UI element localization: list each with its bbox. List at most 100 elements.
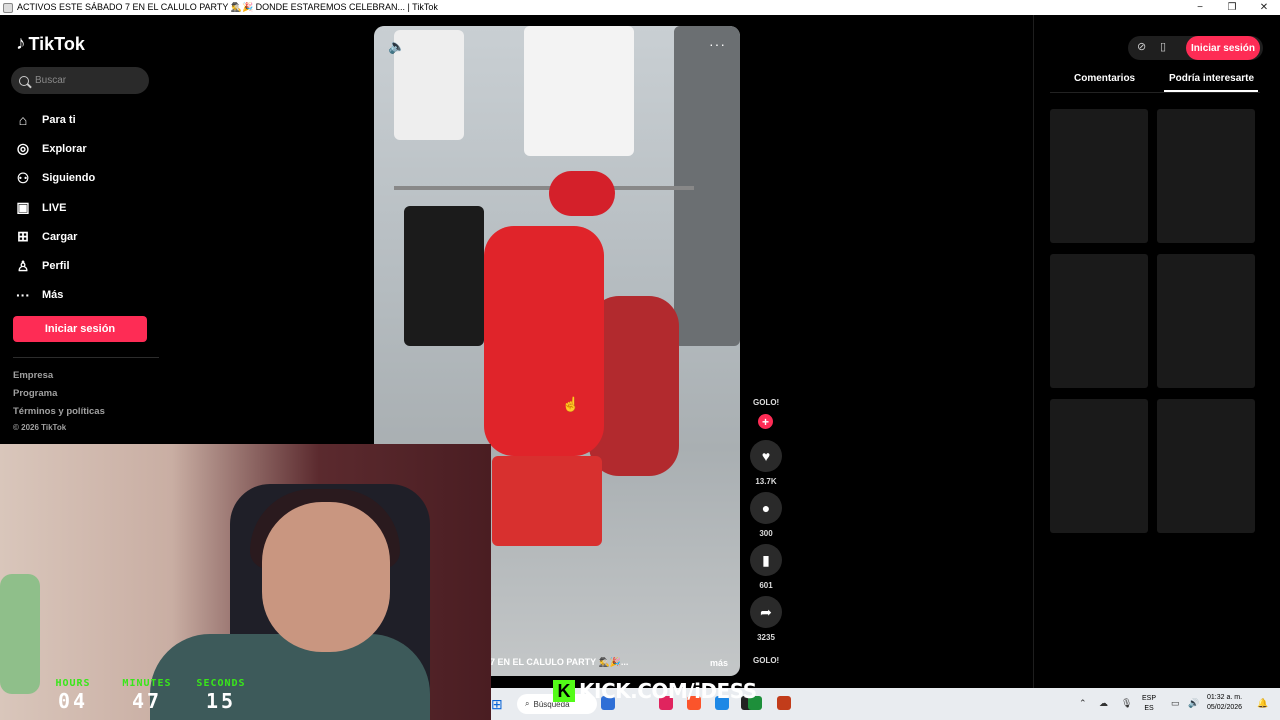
timer-label: HOURS: [55, 678, 91, 689]
volume-icon[interactable]: 🔊: [1188, 698, 1199, 709]
language-code: ESP: [1142, 695, 1157, 702]
windows-start-icon[interactable]: ⊞: [491, 696, 503, 713]
tab-podria-interesarte[interactable]: Podría interesarte: [1169, 73, 1254, 84]
clock-time: 01:32 a. m.: [1207, 694, 1243, 701]
timer-value: 15: [205, 689, 237, 713]
timer-value: 04: [57, 689, 89, 713]
more-icon: ···: [16, 287, 30, 304]
stream-timer: HOURS 04 MINUTES 47 SECONDS 15: [36, 678, 258, 713]
sidebar-item-explorar[interactable]: ◎ Explorar: [14, 134, 95, 163]
comment-button[interactable]: ● 300: [750, 492, 782, 538]
network-icon[interactable]: ▭: [1171, 698, 1180, 709]
sidebar-divider: [13, 357, 159, 358]
window-titlebar: ACTIVOS ESTE SÁBADO 7 EN EL CALULO PARTY…: [0, 0, 1280, 15]
footer-link-programa[interactable]: Programa: [13, 388, 105, 406]
sidebar-nav: ⌂ Para ti ◎ Explorar ⚇ Siguiendo ▣ LIVE …: [14, 105, 95, 310]
video-caption: 7 EN EL CALULO PARTY 🕵️‍♂️🎉...: [490, 657, 629, 667]
sidebar-item-label: Más: [42, 289, 64, 302]
mobile-icon[interactable]: ▯: [1160, 40, 1166, 53]
suggested-video-tile[interactable]: [1157, 109, 1255, 243]
kick-overlay: K KICK.COM/iDESS: [553, 679, 757, 703]
timer-value: 47: [131, 689, 163, 713]
tab-separator: [1050, 92, 1260, 93]
footer-link-empresa[interactable]: Empresa: [13, 370, 105, 388]
sidebar: ♪ TikTok ⌂ Para ti ◎ Explorar ⚇ Siguiend…: [0, 15, 162, 445]
follow-plus-icon[interactable]: +: [758, 414, 773, 429]
sidebar-item-label: Perfil: [42, 260, 70, 273]
video-scene-cap: [549, 171, 615, 216]
sidebar-item-para-ti[interactable]: ⌂ Para ti: [14, 105, 95, 134]
like-button[interactable]: ♥ 13.7K: [750, 440, 782, 486]
live-icon: ▣: [16, 199, 30, 216]
window-title: ACTIVOS ESTE SÁBADO 7 EN EL CALULO PARTY…: [17, 2, 438, 12]
keyboard-code: ES: [1144, 705, 1154, 712]
footer-link-terminos[interactable]: Términos y políticas: [13, 406, 105, 424]
suggested-video-tile[interactable]: [1050, 399, 1148, 533]
copyright: © 2026 TikTok: [13, 423, 67, 432]
sidebar-item-label: Siguiendo: [42, 172, 96, 185]
microphone-icon[interactable]: 🎙: [1121, 698, 1132, 709]
minimize-button[interactable]: −: [1184, 2, 1216, 13]
sidebar-item-label: LIVE: [42, 201, 67, 214]
suggested-video-tile[interactable]: [1050, 254, 1148, 388]
sidebar-item-perfil[interactable]: ♙ Perfil: [14, 251, 95, 280]
sidebar-item-siguiendo[interactable]: ⚇ Siguiendo: [14, 164, 95, 193]
cloud-icon[interactable]: ☁: [1099, 698, 1108, 709]
next-author-name[interactable]: GOLO!: [753, 656, 779, 665]
tiktok-logo[interactable]: ♪ TikTok: [16, 33, 85, 55]
following-icon: ⚇: [16, 169, 30, 186]
save-count: 601: [759, 581, 773, 590]
more-options-icon[interactable]: ···: [709, 36, 726, 52]
language-indicator[interactable]: ESP ES: [1142, 694, 1156, 714]
notification-bell-icon[interactable]: 🔔: [1257, 698, 1268, 709]
suggested-video-tile[interactable]: [1157, 254, 1255, 388]
comment-count: 300: [759, 529, 773, 538]
sidebar-item-label: Para ti: [42, 113, 76, 126]
video-scene-child: [484, 226, 604, 456]
sidebar-item-label: Explorar: [42, 142, 87, 155]
share-button[interactable]: ➦ 3235: [750, 596, 782, 642]
volume-icon[interactable]: 🔈: [388, 38, 405, 55]
share-icon: ➦: [750, 596, 782, 628]
coins-icon[interactable]: ⊘: [1137, 40, 1146, 53]
app-icon: [3, 2, 13, 13]
share-count: 3235: [757, 633, 775, 642]
bookmark-icon: ▮: [750, 544, 782, 576]
upload-icon: ⊞: [17, 228, 29, 245]
video-scene-shirt: [524, 26, 634, 156]
webcam-scene-face: [262, 502, 390, 652]
search-input[interactable]: [35, 75, 135, 86]
tiktok-note-icon: ♪: [16, 33, 26, 54]
mouse-cursor-icon: ☝: [562, 396, 580, 412]
webcam-scene-bottle: [0, 574, 40, 694]
kick-channel-text: KICK.COM/iDESS: [579, 679, 757, 703]
author-name[interactable]: GOLO!: [753, 398, 779, 407]
tab-comentarios[interactable]: Comentarios: [1074, 73, 1135, 84]
sidebar-item-mas[interactable]: ··· Más: [14, 281, 95, 310]
logo-text: TikTok: [28, 33, 85, 54]
timer-hours: HOURS 04: [36, 678, 110, 713]
sidebar-item-cargar[interactable]: ⊞ Cargar: [14, 222, 95, 251]
header-login-button[interactable]: Iniciar sesión: [1186, 36, 1260, 60]
login-button[interactable]: Iniciar sesión: [13, 316, 147, 342]
home-icon: ⌂: [18, 111, 28, 128]
maximize-button[interactable]: ❐: [1216, 2, 1248, 13]
search-icon: ⌕: [525, 699, 530, 708]
search-bar[interactable]: [11, 67, 149, 94]
suggested-video-tile[interactable]: [1050, 109, 1148, 243]
suggested-video-tile[interactable]: [1157, 399, 1255, 533]
video-scene-rack: [394, 186, 694, 190]
sidebar-item-live[interactable]: ▣ LIVE: [14, 193, 95, 222]
taskbar-clock[interactable]: 01:32 a. m. 05/02/2026: [1207, 693, 1242, 713]
save-button[interactable]: ▮ 601: [750, 544, 782, 590]
taskbar-app-icon[interactable]: [777, 696, 791, 710]
tray-chevron-icon[interactable]: ⌃: [1079, 698, 1087, 709]
active-tab-indicator: [1164, 90, 1258, 92]
close-button[interactable]: ✕: [1248, 2, 1280, 13]
right-panel: ⊘ ▯ Iniciar sesión Comentarios Podría in…: [1033, 15, 1280, 688]
comment-icon: ●: [750, 492, 782, 524]
caption-more-link[interactable]: más: [710, 658, 728, 668]
timer-label: SECONDS: [196, 678, 246, 689]
heart-icon: ♥: [750, 440, 782, 472]
like-count: 13.7K: [755, 477, 777, 486]
